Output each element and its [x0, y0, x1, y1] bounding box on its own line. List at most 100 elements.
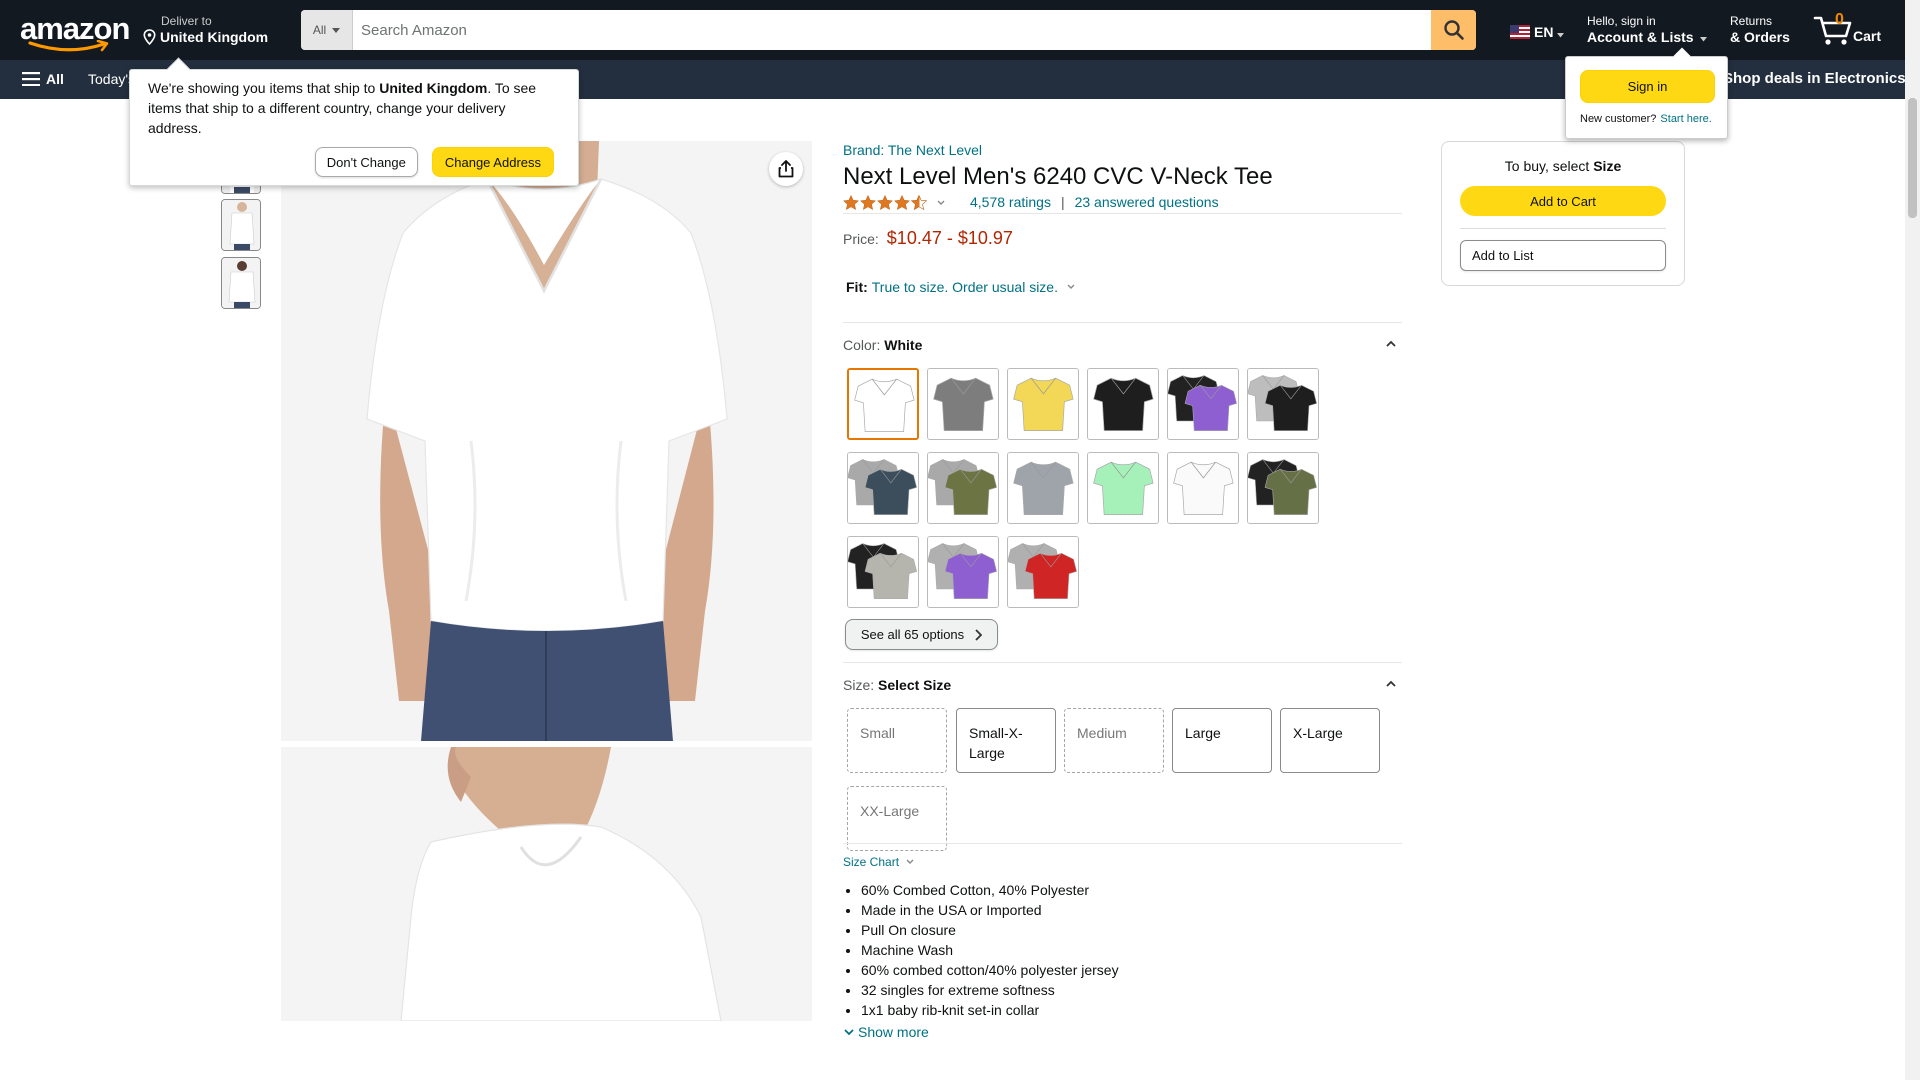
- start-here-link[interactable]: Start here.: [1660, 113, 1711, 125]
- color-swatch[interactable]: [1167, 452, 1239, 524]
- deliver-to[interactable]: Deliver to United Kingdom: [142, 14, 268, 46]
- cart-button[interactable]: 0 Cart: [1813, 11, 1885, 48]
- color-swatch[interactable]: [927, 368, 999, 440]
- change-address-button[interactable]: Change Address: [431, 147, 554, 177]
- buy-box-prompt: To buy, select Size: [1442, 158, 1684, 174]
- size-chart-link[interactable]: Size Chart: [843, 855, 915, 869]
- size-option[interactable]: Small-X-Large: [956, 708, 1056, 773]
- thumbnail-2[interactable]: [221, 199, 261, 251]
- chevron-right-icon: [975, 628, 983, 641]
- size-option[interactable]: XX-Large: [847, 786, 947, 851]
- feature-bullet: 1x1 baby rib-knit set-in collar: [861, 1000, 1119, 1020]
- search-input[interactable]: [353, 10, 1431, 50]
- main-product-image[interactable]: [281, 141, 812, 741]
- returns-orders[interactable]: Returns & Orders: [1730, 14, 1790, 46]
- size-option[interactable]: Large: [1172, 708, 1272, 773]
- secondary-product-image[interactable]: [281, 747, 812, 1021]
- star-icon: [877, 194, 893, 210]
- color-swatch[interactable]: [847, 368, 919, 440]
- color-label: Color:: [843, 337, 881, 353]
- sign-in-button[interactable]: Sign in: [1580, 70, 1715, 103]
- tshirt-swatch-image: [1088, 369, 1158, 439]
- search-bar: All: [301, 10, 1476, 50]
- new-customer-label: New customer?: [1580, 113, 1657, 125]
- tshirt-swatch-image: [928, 369, 998, 439]
- logo-smile-icon: [28, 40, 109, 52]
- size-option[interactable]: Medium: [1064, 708, 1164, 773]
- color-swatch[interactable]: [1087, 368, 1159, 440]
- new-customer-text: New customer? Start here.: [1580, 113, 1712, 125]
- address-popover-actions: Don't Change Change Address: [314, 147, 554, 177]
- star-icon: [894, 194, 910, 210]
- search-category-label: All: [312, 23, 327, 37]
- address-country: United Kingdom: [379, 80, 488, 96]
- color-swatch[interactable]: [1247, 368, 1319, 440]
- fit-label: Fit:: [846, 279, 868, 295]
- account-menu[interactable]: Hello, sign in Account & Lists: [1587, 14, 1708, 46]
- separator: |: [1060, 194, 1065, 210]
- tshirt-swatch-image: [849, 370, 917, 438]
- dont-change-button[interactable]: Don't Change: [314, 147, 418, 177]
- add-to-list-button[interactable]: Add to List: [1460, 240, 1666, 271]
- add-to-cart-button[interactable]: Add to Cart: [1460, 186, 1666, 216]
- color-swatch[interactable]: [1087, 452, 1159, 524]
- color-swatch[interactable]: [847, 536, 919, 608]
- color-swatch[interactable]: [1167, 368, 1239, 440]
- price-value: $10.47 - $10.97: [886, 228, 1013, 248]
- chevron-up-icon[interactable]: [1385, 679, 1397, 689]
- star-rating[interactable]: [843, 194, 946, 210]
- show-more-link[interactable]: Show more: [843, 1024, 929, 1040]
- color-swatch[interactable]: [1007, 368, 1079, 440]
- amazon-logo[interactable]: amazon: [20, 13, 130, 52]
- search-button[interactable]: [1431, 10, 1476, 50]
- color-swatch[interactable]: [1007, 452, 1079, 524]
- tshirt-swatch-image: [1248, 369, 1318, 439]
- tshirt-swatch-image: [1168, 453, 1238, 523]
- divider: [1460, 228, 1666, 229]
- address-popover: We're showing you items that ship to Uni…: [129, 69, 579, 186]
- all-menu-button[interactable]: All: [22, 71, 64, 87]
- size-option[interactable]: X-Large: [1280, 708, 1380, 773]
- fit-value: True to size. Order usual size.: [871, 279, 1058, 295]
- feature-bullet: Machine Wash: [861, 940, 1119, 960]
- size-option[interactable]: Small: [847, 708, 947, 773]
- ratings-count-link[interactable]: 4,578 ratings: [970, 194, 1051, 210]
- feature-bullet: Pull On closure: [861, 920, 1119, 940]
- account-lists-label: Account & Lists: [1587, 28, 1708, 46]
- fit-row[interactable]: Fit: True to size. Order usual size.: [846, 279, 1076, 295]
- size-chart-label: Size Chart: [843, 855, 900, 869]
- price-label: Price:: [843, 231, 879, 247]
- scrollbar-thumb[interactable]: [1908, 98, 1917, 218]
- color-swatch[interactable]: [1007, 536, 1079, 608]
- tshirt-swatch-image: [848, 537, 918, 607]
- price-row: Price: $10.47 - $10.97: [843, 228, 1013, 249]
- see-all-options-button[interactable]: See all 65 options: [845, 619, 998, 650]
- tshirt-model-image: [281, 141, 812, 741]
- cart-label: Cart: [1853, 28, 1882, 44]
- chevron-up-icon[interactable]: [1385, 339, 1397, 349]
- search-category-dropdown[interactable]: All: [301, 10, 353, 50]
- size-heading: Size: Select Size: [843, 677, 951, 693]
- brand-link[interactable]: Brand: The Next Level: [843, 142, 982, 158]
- feature-bullet: 32 singles for extreme softness: [861, 980, 1119, 1000]
- color-value: White: [884, 337, 923, 353]
- tshirt-swatch-image: [1248, 453, 1318, 523]
- search-icon: [1443, 20, 1464, 40]
- tshirt-swatch-image: [1008, 369, 1078, 439]
- color-swatch[interactable]: [1247, 452, 1319, 524]
- deliver-to-label: Deliver to: [161, 14, 212, 28]
- location-pin-icon: [143, 29, 156, 45]
- color-swatch[interactable]: [927, 536, 999, 608]
- color-swatch[interactable]: [927, 452, 999, 524]
- tshirt-swatch-image: [848, 453, 918, 523]
- color-swatch[interactable]: [847, 452, 919, 524]
- divider: [843, 843, 1402, 844]
- hamburger-icon: [22, 72, 40, 86]
- thumbnail-3[interactable]: [221, 257, 261, 309]
- electronics-deals-link[interactable]: Shop deals in Electronics: [1723, 70, 1906, 87]
- share-button[interactable]: [769, 152, 803, 186]
- language-selector[interactable]: EN: [1510, 24, 1565, 40]
- answered-questions-link[interactable]: 23 answered questions: [1075, 194, 1219, 210]
- deliver-country-text: United Kingdom: [160, 29, 269, 45]
- product-title: Next Level Men's 6240 CVC V-Neck Tee: [843, 163, 1273, 190]
